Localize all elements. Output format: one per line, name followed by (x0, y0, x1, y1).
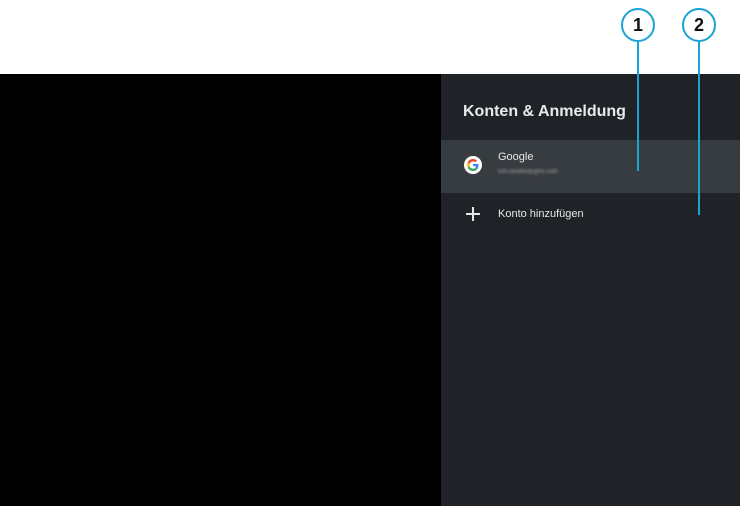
dimmed-background (0, 74, 441, 506)
add-account-label: Konto hinzufügen (498, 208, 584, 220)
plus-icon (466, 207, 480, 221)
callout-marker-2: 2 (682, 8, 716, 42)
callout-marker-1: 1 (621, 8, 655, 42)
tv-screen: Konten & Anmeldung Google tom.landke@gmx… (0, 74, 740, 506)
google-icon (464, 156, 482, 174)
callout-leader-line-2 (698, 42, 700, 215)
panel-title: Konten & Anmeldung (463, 103, 626, 120)
google-account-item[interactable]: Google tom.landke@gmx.com (441, 140, 740, 193)
add-account-item[interactable]: Konto hinzufügen (441, 193, 740, 237)
callout-leader-line-1 (637, 42, 639, 171)
accounts-side-panel: Konten & Anmeldung Google tom.landke@gmx… (441, 74, 740, 506)
account-provider-name: Google (498, 151, 534, 163)
account-email: tom.landke@gmx.com (498, 169, 558, 175)
